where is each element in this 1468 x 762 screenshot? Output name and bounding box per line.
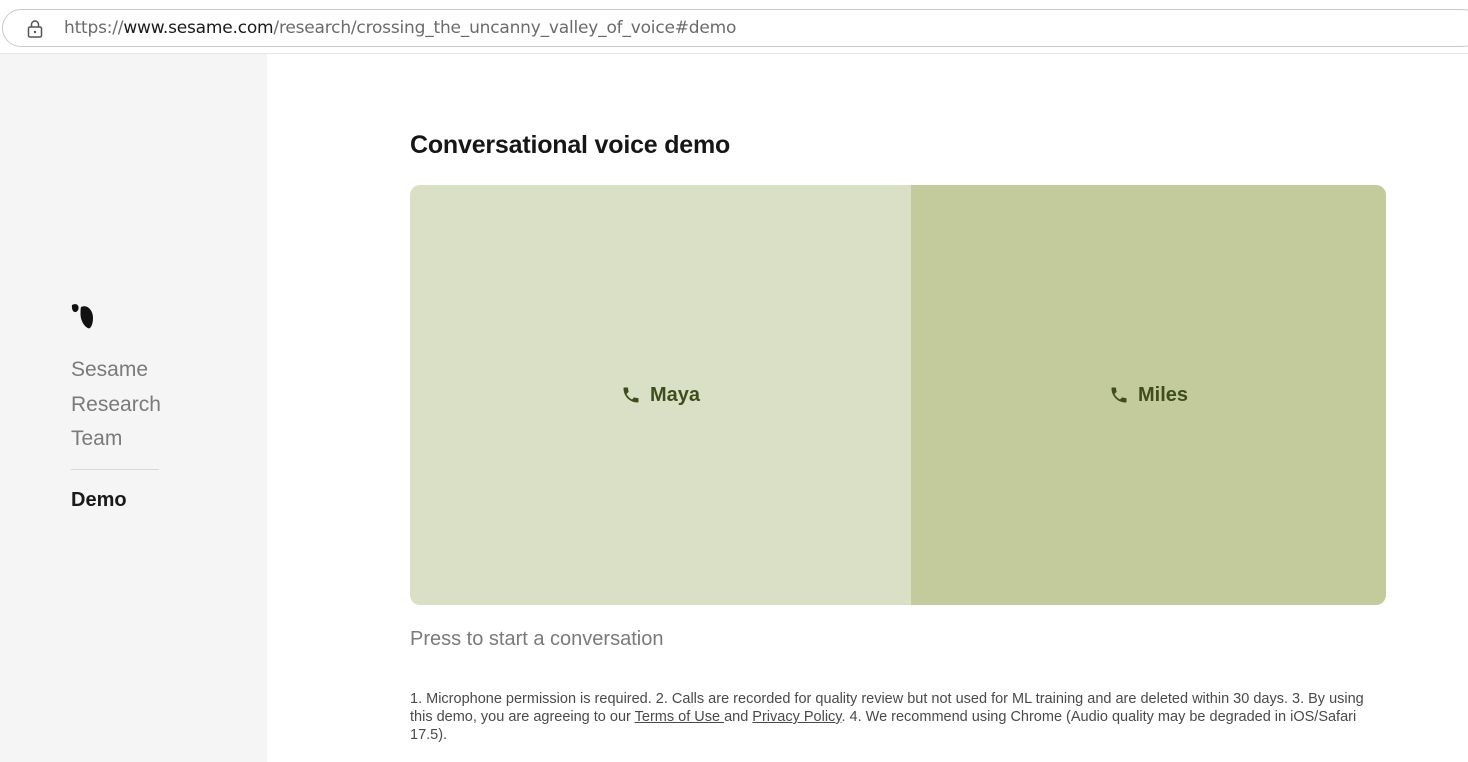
voice-label-maya: Maya — [649, 383, 701, 406]
sidebar-item-demo[interactable]: Demo — [71, 489, 127, 512]
author-line: Team — [71, 427, 123, 450]
disclaimer-and: and — [724, 709, 753, 725]
author-block: Sesame Research Team — [71, 353, 191, 457]
page-title: Conversational voice demo — [410, 131, 731, 159]
sidebar-divider — [71, 469, 159, 470]
phone-icon — [623, 387, 639, 403]
author-line: Sesame — [71, 358, 149, 381]
voice-label-miles: Miles — [1137, 383, 1189, 406]
terms-of-use-link[interactable]: Terms of Use — [635, 709, 724, 725]
start-conversation-hint: Press to start a conversation — [410, 628, 664, 650]
url-text[interactable]: https://www.sesame.com/research/crossing… — [64, 18, 736, 38]
author-line: Research — [71, 392, 161, 416]
privacy-policy-link[interactable]: Privacy Policy — [752, 709, 841, 725]
disclaimer-text: 1. Microphone permission is required. 2.… — [410, 690, 1386, 744]
phone-icon — [1111, 387, 1127, 403]
sidebar: Sesame Research Team Demo — [0, 54, 267, 762]
url-scheme: https:// — [64, 18, 124, 38]
voice-demo-panel: Maya Miles — [410, 185, 1386, 605]
call-miles-button[interactable]: Miles — [911, 185, 1386, 605]
lock-icon[interactable] — [26, 18, 44, 38]
url-path: /research/crossing_the_uncanny_valley_of… — [273, 18, 737, 38]
address-bar[interactable]: https://www.sesame.com/research/crossing… — [2, 9, 1468, 47]
url-host: www.sesame.com — [123, 18, 274, 38]
call-maya-button[interactable]: Maya — [410, 185, 911, 605]
sesame-logo-icon — [71, 304, 93, 329]
browser-toolbar: https://www.sesame.com/research/crossing… — [0, 0, 1468, 54]
